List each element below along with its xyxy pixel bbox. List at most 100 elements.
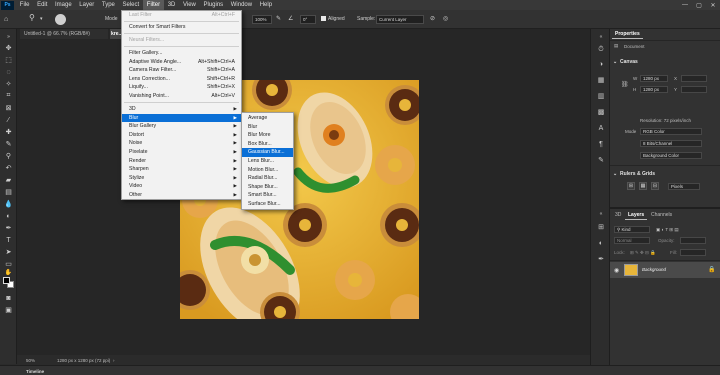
character-icon[interactable]: A bbox=[596, 123, 606, 133]
eye-icon[interactable]: ◉ bbox=[614, 267, 619, 274]
menu-item-vanishing-point[interactable]: Vanishing Point... Alt+Ctrl+V bbox=[122, 92, 241, 101]
menu-file[interactable]: File bbox=[16, 0, 33, 10]
menu-item-lens-blur[interactable]: Lens Blur... bbox=[242, 157, 293, 166]
brush-tool-icon[interactable]: ✎ bbox=[3, 139, 14, 149]
menu-item-video[interactable]: Video ▶ bbox=[122, 182, 241, 191]
ruler-icon[interactable]: ⊞ bbox=[627, 182, 635, 190]
menu-item-blur-simple[interactable]: Blur bbox=[242, 123, 293, 132]
menu-item-box-blur[interactable]: Box Blur... bbox=[242, 140, 293, 149]
tab-3d[interactable]: 3D bbox=[612, 210, 624, 220]
guides-icon[interactable]: ⊟ bbox=[651, 182, 659, 190]
type-tool-icon[interactable]: T bbox=[3, 235, 14, 245]
menu-item-average[interactable]: Average bbox=[242, 114, 293, 123]
height-field[interactable]: 1280 px bbox=[640, 86, 668, 93]
menu-item-distort[interactable]: Distort ▶ bbox=[122, 131, 241, 140]
quick-mask-icon[interactable]: ◙ bbox=[3, 293, 14, 303]
color-icon[interactable]: ◑ bbox=[596, 59, 606, 69]
path-select-tool-icon[interactable]: ➤ bbox=[3, 247, 14, 257]
menu-item-smart-blur[interactable]: Smart Blur... bbox=[242, 191, 293, 200]
menu-filter[interactable]: Filter bbox=[142, 0, 164, 10]
close-button[interactable]: ✕ bbox=[706, 0, 720, 10]
brush-preset-icon[interactable] bbox=[55, 14, 66, 25]
foreground-color-swatch[interactable] bbox=[3, 277, 10, 284]
minimize-button[interactable]: — bbox=[678, 0, 692, 10]
menu-item-noise[interactable]: Noise ▶ bbox=[122, 139, 241, 148]
layer-kind-filter[interactable]: ⚲ Kind bbox=[614, 226, 650, 233]
clone-stamp-tool-icon[interactable]: ⚲ bbox=[29, 13, 35, 22]
frame-tool-icon[interactable]: ⊠ bbox=[3, 103, 14, 113]
layer-filter-icons[interactable]: ▣ ◐ T ⊞ ▤ bbox=[656, 227, 679, 233]
menu-item-filter-gallery[interactable]: Filter Gallery... bbox=[122, 49, 241, 58]
menu-item-camera-raw-filter[interactable]: Camera Raw Filter... Shift+Ctrl+A bbox=[122, 66, 241, 75]
dodge-tool-icon[interactable]: ◐ bbox=[3, 211, 14, 221]
menu-item-sharpen[interactable]: Sharpen ▶ bbox=[122, 165, 241, 174]
layer-name[interactable]: Background bbox=[642, 267, 666, 272]
menu-item-convert-smart-filters[interactable]: Convert for Smart Filters bbox=[122, 23, 241, 32]
home-icon[interactable]: ⌂ bbox=[4, 15, 8, 24]
gradients-icon[interactable]: ▥ bbox=[596, 91, 606, 101]
menu-item-liquify[interactable]: Liquify... Shift+Ctrl+X bbox=[122, 83, 241, 92]
chevron-down-icon[interactable]: ▾ bbox=[40, 15, 43, 24]
gradient-tool-icon[interactable]: ▤ bbox=[3, 187, 14, 197]
aligned-checkbox[interactable]: Aligned bbox=[321, 15, 345, 24]
quick-select-tool-icon[interactable]: ✧ bbox=[3, 79, 14, 89]
document-tab-untitled[interactable]: Untitled-1 @ 66.7% (RGB/8#) bbox=[20, 29, 108, 39]
menu-item-motion-blur[interactable]: Motion Blur... bbox=[242, 166, 293, 175]
menu-layer[interactable]: Layer bbox=[75, 0, 98, 10]
tab-channels[interactable]: Channels bbox=[648, 210, 675, 220]
zoom-level[interactable]: 50% bbox=[26, 357, 35, 364]
eraser-tool-icon[interactable]: ▰ bbox=[3, 175, 14, 185]
maximize-button[interactable]: ▢ bbox=[692, 0, 706, 10]
units-select[interactable]: Pixels bbox=[668, 183, 700, 190]
menu-3d[interactable]: 3D bbox=[164, 0, 179, 10]
menu-item-pixelate[interactable]: Pixelate ▶ bbox=[122, 148, 241, 157]
sample-all-layers-icon[interactable]: ⊘ bbox=[430, 15, 435, 24]
clone-stamp-tool-icon[interactable]: ⚲ bbox=[3, 151, 14, 161]
menu-item-adaptive-wide-angle[interactable]: Adaptive Wide Angle... Alt+Shift+Ctrl+A bbox=[122, 58, 241, 67]
menu-help[interactable]: Help bbox=[256, 0, 276, 10]
menu-plugins[interactable]: Plugins bbox=[200, 0, 227, 10]
grid-icon[interactable]: ▦ bbox=[639, 182, 647, 190]
color-mode-select[interactable]: RGB Color bbox=[640, 128, 702, 135]
menu-item-render[interactable]: Render ▶ bbox=[122, 157, 241, 166]
swatches-icon[interactable]: ▦ bbox=[596, 75, 606, 85]
menu-select[interactable]: Select bbox=[119, 0, 143, 10]
menu-item-3d[interactable]: 3D ▶ bbox=[122, 105, 241, 114]
libraries-icon[interactable]: ⊞ bbox=[596, 222, 606, 232]
flow-field[interactable]: 100% bbox=[252, 15, 272, 24]
airbrush-icon[interactable]: ✎ bbox=[276, 15, 281, 24]
menu-item-blur-more[interactable]: Blur More bbox=[242, 131, 293, 140]
canvas-section-toggle[interactable]: ⌄ bbox=[613, 59, 617, 65]
blur-tool-icon[interactable]: 💧 bbox=[3, 199, 14, 209]
lasso-tool-icon[interactable]: ◌ bbox=[3, 67, 14, 77]
blend-mode-select[interactable]: Normal bbox=[614, 237, 650, 244]
link-dimensions-icon[interactable]: ⛓ bbox=[621, 81, 629, 88]
opacity-field[interactable] bbox=[680, 237, 706, 244]
menu-view[interactable]: View bbox=[179, 0, 200, 10]
fill-select[interactable]: Background Color bbox=[640, 152, 702, 159]
menu-item-shape-blur[interactable]: Shape Blur... bbox=[242, 183, 293, 192]
chevron-right-icon[interactable]: › bbox=[113, 357, 115, 364]
bit-depth-select[interactable]: 8 Bits/Channel bbox=[640, 140, 702, 147]
eyedropper-tool-icon[interactable]: ⁄ bbox=[3, 115, 14, 125]
collapse-chevron-icon[interactable]: » bbox=[3, 32, 14, 42]
menu-item-blur[interactable]: Blur ▶ bbox=[122, 113, 241, 123]
menu-edit[interactable]: Edit bbox=[33, 0, 51, 10]
tab-layers[interactable]: Layers bbox=[625, 210, 648, 220]
menu-item-other[interactable]: Other ▶ bbox=[122, 191, 241, 200]
pressure-icon[interactable]: ◎ bbox=[443, 15, 448, 24]
menu-item-gaussian-blur[interactable]: Gaussian Blur... bbox=[242, 148, 293, 157]
y-field[interactable] bbox=[681, 86, 707, 93]
history-icon[interactable]: ⏱ bbox=[596, 45, 606, 55]
menu-item-lens-correction[interactable]: Lens Correction... Shift+Ctrl+R bbox=[122, 75, 241, 84]
collapse-chevron-icon[interactable]: « bbox=[596, 209, 606, 219]
fill-field[interactable] bbox=[680, 249, 706, 256]
marquee-tool-icon[interactable]: ⬚ bbox=[3, 55, 14, 65]
healing-brush-tool-icon[interactable]: ✚ bbox=[3, 127, 14, 137]
collapse-chevron-icon[interactable]: « bbox=[596, 32, 606, 42]
lock-icons[interactable]: ⊞ ✎ ✥ ⊟ 🔒 bbox=[630, 250, 656, 256]
move-tool-icon[interactable]: ✥ bbox=[3, 43, 14, 53]
paragraph-icon[interactable]: ¶ bbox=[596, 139, 606, 149]
screen-mode-icon[interactable]: ▣ bbox=[3, 305, 14, 315]
menu-image[interactable]: Image bbox=[51, 0, 75, 10]
